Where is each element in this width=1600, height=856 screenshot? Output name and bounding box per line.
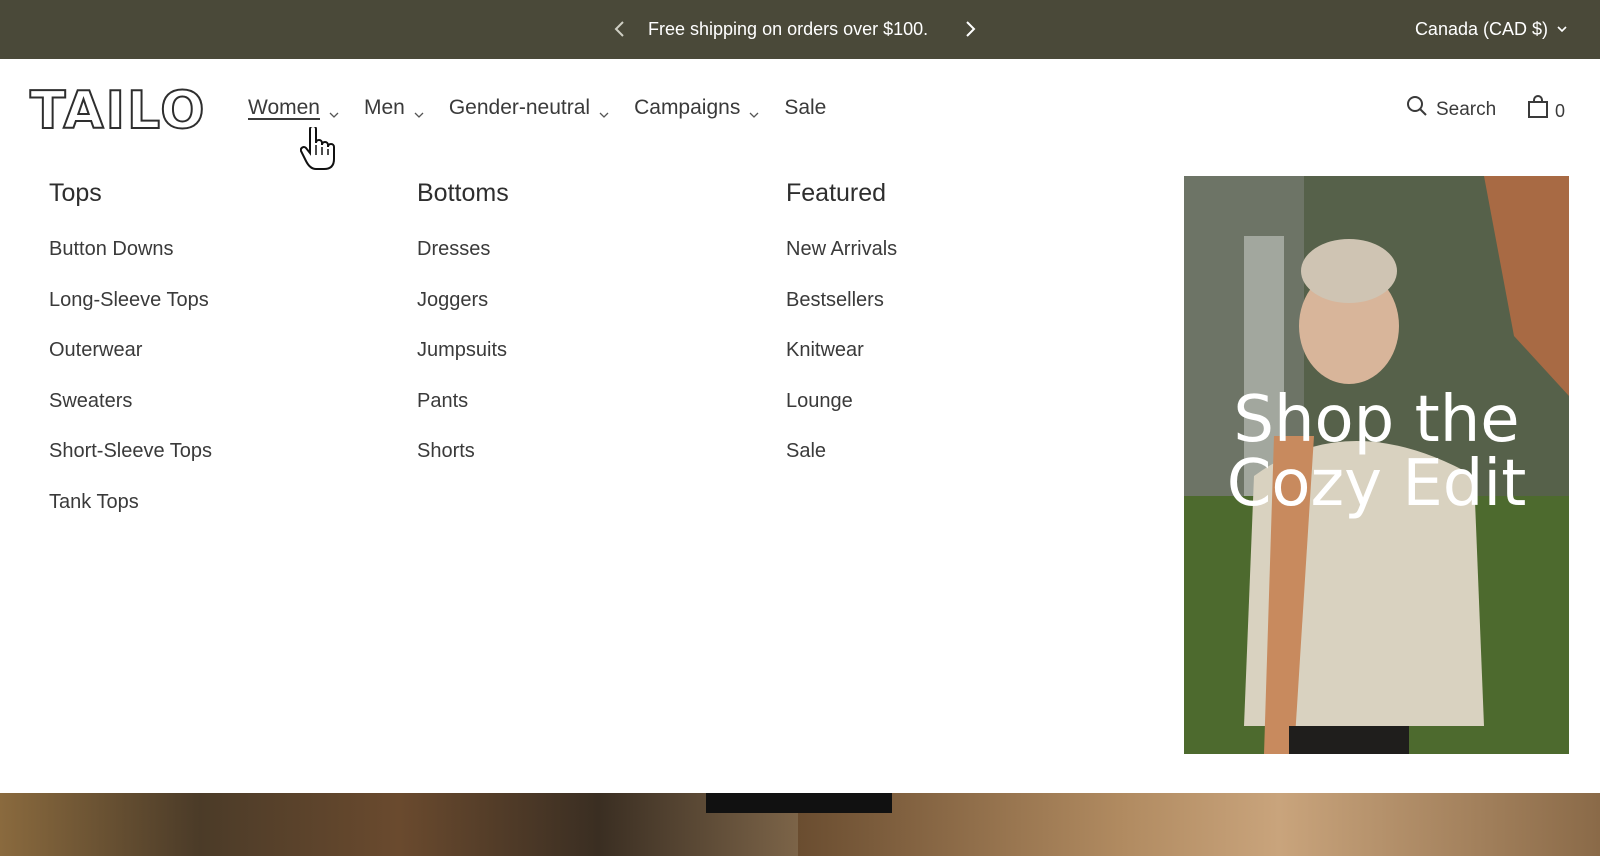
region-selector[interactable]: Canada (CAD $)	[1415, 18, 1568, 40]
promo-line-2: Cozy Edit	[1226, 447, 1527, 521]
menu-link-knitwear[interactable]: Knitwear	[786, 337, 897, 363]
search-icon	[1406, 95, 1428, 125]
logo-text: TAILOR	[30, 83, 210, 135]
promo-headline: Shop the Cozy Edit	[1184, 388, 1569, 516]
nav-men[interactable]: Men	[364, 95, 425, 121]
tailor-logo[interactable]: TAILOR	[28, 80, 248, 142]
menu-link-button-downs[interactable]: Button Downs	[49, 236, 212, 262]
nav-campaigns-label: Campaigns	[634, 96, 741, 119]
menu-link-sweaters[interactable]: Sweaters	[49, 388, 212, 414]
search-label: Search	[1436, 99, 1497, 120]
menu-link-short-sleeve-tops[interactable]: Short-Sleeve Tops	[49, 438, 212, 464]
menu-link-outerwear[interactable]: Outerwear	[49, 337, 212, 363]
menu-link-lounge[interactable]: Lounge	[786, 388, 897, 414]
main-nav: Women Men Gender-neutral Campaigns Sale	[248, 95, 826, 121]
column-title: Bottoms	[417, 179, 509, 207]
menu-link-dresses[interactable]: Dresses	[417, 236, 509, 262]
cart-button[interactable]: 0	[1527, 95, 1565, 126]
chevron-down-icon	[748, 102, 760, 118]
hero-image-strip	[0, 793, 1600, 856]
chevron-down-icon	[598, 102, 610, 118]
hero-image-right	[798, 793, 1600, 856]
announcement-bar: Free shipping on orders over $100. Canad…	[0, 0, 1600, 59]
menu-column-featured: Featured New Arrivals Bestsellers Knitwe…	[786, 178, 897, 489]
column-title: Tops	[49, 179, 102, 207]
menu-link-joggers[interactable]: Joggers	[417, 287, 509, 313]
region-label: Canada (CAD $)	[1414, 19, 1548, 39]
nav-women[interactable]: Women	[248, 95, 340, 121]
column-title: Featured	[786, 179, 887, 207]
chevron-down-icon	[413, 102, 425, 118]
nav-sale-label: Sale	[784, 96, 827, 119]
menu-link-new-arrivals[interactable]: New Arrivals	[786, 236, 897, 262]
dark-overlay-tab	[706, 793, 892, 813]
nav-campaigns[interactable]: Campaigns	[634, 95, 760, 121]
nav-sale[interactable]: Sale	[784, 95, 826, 121]
menu-link-long-sleeve-tops[interactable]: Long-Sleeve Tops	[49, 287, 212, 313]
chevron-down-icon	[328, 102, 340, 118]
nav-gender-neutral-label: Gender-neutral	[448, 96, 591, 119]
nav-gender-neutral[interactable]: Gender-neutral	[449, 95, 610, 121]
menu-column-bottoms: Bottoms Dresses Joggers Jumpsuits Pants …	[417, 178, 509, 489]
shopping-bag-icon	[1527, 95, 1549, 126]
menu-link-tank-tops[interactable]: Tank Tops	[49, 489, 212, 515]
announcement-message: Free shipping on orders over $100.	[648, 19, 929, 39]
menu-link-shorts[interactable]: Shorts	[417, 438, 509, 464]
site-header: TAILOR Women Men Gender-neutral Campaign…	[0, 59, 1600, 159]
cart-count: 0	[1555, 100, 1566, 121]
hero-image-left	[0, 793, 798, 856]
menu-link-bestsellers[interactable]: Bestsellers	[786, 287, 897, 313]
nav-men-label: Men	[363, 96, 405, 119]
chevron-right-icon[interactable]	[960, 18, 980, 40]
nav-women-label: Women	[248, 96, 320, 119]
promo-line-1: Shop the	[1233, 383, 1520, 457]
promo-image-card[interactable]: Shop the Cozy Edit	[1184, 176, 1569, 754]
search-button[interactable]: Search	[1406, 95, 1496, 125]
menu-link-jumpsuits[interactable]: Jumpsuits	[417, 337, 509, 363]
women-mega-menu: Tops Button Downs Long-Sleeve Tops Outer…	[0, 159, 1600, 793]
menu-column-tops: Tops Button Downs Long-Sleeve Tops Outer…	[49, 178, 212, 539]
menu-link-sale[interactable]: Sale	[786, 438, 897, 464]
chevron-left-icon[interactable]	[610, 18, 630, 40]
menu-link-pants[interactable]: Pants	[417, 388, 509, 414]
chevron-down-icon	[1556, 18, 1568, 40]
